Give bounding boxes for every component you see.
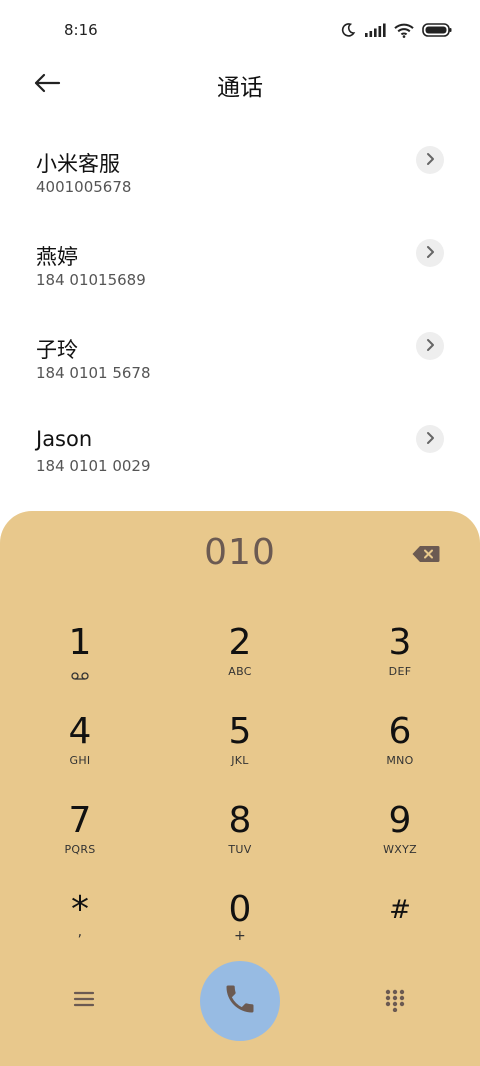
contact-name: 子玲	[36, 338, 78, 362]
contact-detail-button[interactable]	[416, 332, 444, 360]
key-digit: 5	[228, 711, 252, 752]
phone-icon	[222, 981, 258, 1021]
contact-name: Jason	[36, 427, 93, 451]
key-6[interactable]: 6 MNO	[345, 704, 455, 784]
chevron-right-icon	[425, 244, 435, 263]
key-digit: 8	[228, 800, 252, 841]
key-hash[interactable]: #	[345, 882, 455, 962]
key-digit: #	[389, 895, 411, 925]
chevron-right-icon	[425, 151, 435, 170]
contact-name: 燕婷	[36, 245, 78, 269]
key-2[interactable]: 2 ABC	[185, 615, 295, 695]
backspace-button[interactable]	[412, 545, 440, 563]
contact-detail-button[interactable]	[416, 146, 444, 174]
key-letters: ABC	[228, 665, 252, 678]
status-bar: 8:16	[0, 0, 480, 62]
menu-button[interactable]	[72, 989, 96, 1013]
call-button[interactable]	[200, 961, 280, 1041]
key-letters: DEF	[388, 665, 412, 678]
key-4[interactable]: 4 GHI	[25, 704, 135, 784]
key-digit: 7	[68, 800, 92, 841]
key-5[interactable]: 5 JKL	[185, 704, 295, 784]
status-icons	[340, 22, 452, 38]
battery-icon	[422, 23, 452, 37]
menu-icon	[72, 991, 96, 1013]
key-8[interactable]: 8 TUV	[185, 793, 295, 873]
key-0[interactable]: 0 +	[185, 882, 295, 962]
keypad-toggle-button[interactable]	[384, 988, 406, 1016]
contact-phone: 184 01015689	[36, 271, 146, 289]
key-letters: TUV	[228, 843, 252, 856]
key-letters: JKL	[231, 754, 249, 767]
contact-phone: 4001005678	[36, 178, 132, 196]
key-1[interactable]: 1	[25, 615, 135, 695]
backspace-icon	[412, 546, 440, 567]
key-letters: +	[233, 928, 247, 944]
moon-icon	[340, 22, 356, 38]
key-7[interactable]: 7 PQRS	[25, 793, 135, 873]
key-letters: WXYZ	[383, 843, 417, 856]
status-time: 8:16	[64, 21, 98, 39]
key-digit: 0	[228, 889, 252, 930]
key-digit: 6	[388, 711, 412, 752]
key-letters: PQRS	[64, 843, 96, 856]
chevron-right-icon	[425, 337, 435, 356]
dialpad-panel: 010 1 2 ABC 3 DEF 4 GHI 5 JKL 6 MNO 7 PQ…	[0, 511, 480, 1066]
key-digit: 4	[68, 711, 92, 752]
contact-item[interactable]: 小米客服 4001005678	[0, 128, 480, 208]
contact-detail-button[interactable]	[416, 425, 444, 453]
contact-name: 小米客服	[36, 152, 120, 176]
key-letters: GHI	[69, 754, 91, 767]
signal-icon	[364, 23, 386, 37]
contact-item[interactable]: 子玲 184 0101 5678	[0, 314, 480, 394]
header: 通话	[0, 62, 480, 106]
key-9[interactable]: 9 WXYZ	[345, 793, 455, 873]
chevron-right-icon	[425, 430, 435, 449]
keypad-icon	[384, 989, 406, 1016]
contact-phone: 184 0101 0029	[36, 457, 151, 475]
key-digit: 2	[228, 622, 252, 663]
key-star[interactable]: * ,	[25, 882, 135, 962]
contact-detail-button[interactable]	[416, 239, 444, 267]
key-letters: ,	[77, 924, 83, 940]
key-letters: MNO	[386, 754, 414, 767]
wifi-icon	[394, 23, 414, 38]
contact-item[interactable]: Jason 184 0101 0029	[0, 407, 480, 487]
contact-item[interactable]: 燕婷 184 01015689	[0, 221, 480, 301]
contact-phone: 184 0101 5678	[36, 364, 151, 382]
key-digit: 9	[388, 800, 412, 841]
dialed-number: 010	[204, 532, 276, 573]
key-digit: 3	[388, 622, 412, 663]
voicemail-icon	[71, 665, 89, 684]
key-digit: 1	[68, 622, 92, 663]
page-title: 通话	[217, 75, 263, 101]
key-3[interactable]: 3 DEF	[345, 615, 455, 695]
